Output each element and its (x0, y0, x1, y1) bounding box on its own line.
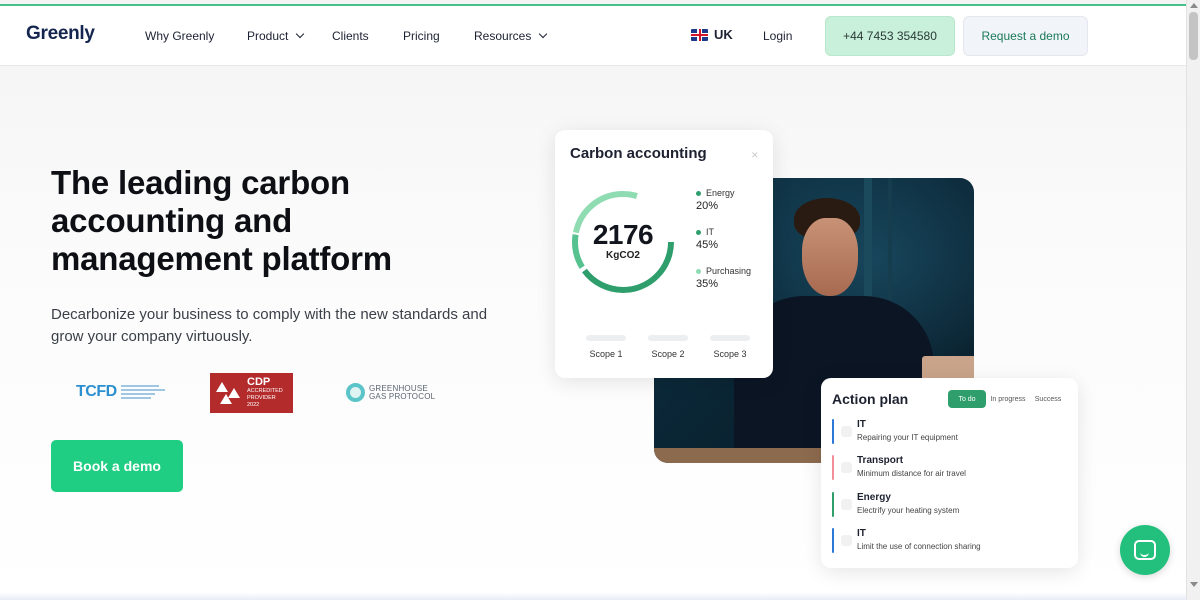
action-color-stripe (832, 528, 834, 553)
legend-purchasing: Purchasing 35% (696, 266, 768, 290)
action-color-stripe (832, 492, 834, 517)
request-demo-button[interactable]: Request a demo (963, 16, 1088, 56)
scrollbar-thumb[interactable] (1189, 12, 1198, 60)
ghg-protocol-logo: GREENHOUSE GAS PROTOCOL (346, 383, 435, 402)
legend-dot (696, 229, 701, 235)
login-label: Login (763, 29, 793, 43)
phone-button[interactable]: +44 7453 354580 (825, 16, 955, 56)
action-item[interactable]: IT Repairing your IT equipment (832, 419, 1062, 445)
tcfd-wordmark: TCFD (76, 383, 117, 400)
hero-subtitle: Decarbonize your business to comply with… (51, 306, 488, 345)
scope-pill (710, 335, 750, 341)
scope-pill (648, 335, 688, 341)
action-item[interactable]: IT Limit the use of connection sharing (832, 528, 1062, 554)
header: Greenly Why Greenly Product Clients Pric… (0, 6, 1186, 66)
chat-icon (1134, 540, 1156, 560)
legend-percent: 35% (696, 278, 719, 290)
legend-energy: Energy 20% (696, 188, 768, 212)
total-emissions-value: 2176 (592, 219, 654, 250)
nav-product[interactable]: Product (247, 29, 305, 43)
scrollbar[interactable] (1186, 0, 1200, 600)
scope-1[interactable]: Scope 1 (577, 335, 635, 359)
legend-label: IT (706, 227, 714, 237)
ghg-line-2: GAS PROTOCOL (369, 391, 436, 401)
action-checkbox[interactable] (841, 462, 852, 473)
nav-resources[interactable]: Resources (474, 29, 548, 43)
tab-success[interactable]: Success (1031, 390, 1065, 408)
carbon-accounting-card: Carbon accounting ✕ 2176 KgCO2 Energy 20… (555, 130, 773, 378)
region-selector[interactable]: UK (691, 27, 733, 42)
scope-3[interactable]: Scope 3 (701, 335, 759, 359)
action-desc: Electrify your heating system (857, 506, 960, 515)
nav-label: Why Greenly (145, 29, 215, 43)
page: Greenly Why Greenly Product Clients Pric… (0, 0, 1200, 600)
action-title: Energy (857, 492, 891, 503)
carbon-card-title: Carbon accounting (570, 145, 707, 162)
scope-label: Scope 3 (713, 349, 747, 359)
cdp-accredited: ACCREDITED (247, 388, 283, 394)
chevron-down-icon (296, 29, 305, 39)
ghg-circle-icon (346, 383, 365, 402)
action-desc: Repairing your IT equipment (857, 433, 958, 442)
login-link[interactable]: Login (763, 29, 792, 43)
bottom-edge (0, 592, 1186, 600)
chat-widget-button[interactable] (1120, 525, 1170, 575)
cdp-wordmark: CDP (247, 376, 271, 388)
action-checkbox[interactable] (841, 499, 852, 510)
close-icon: ✕ (751, 150, 759, 160)
emissions-donut: 2176 KgCO2 (569, 188, 677, 296)
action-checkbox[interactable] (841, 535, 852, 546)
tcfd-logo: TCFD (76, 383, 165, 401)
nav-label: Product (247, 29, 289, 43)
legend-percent: 20% (696, 200, 719, 212)
tab-to-do[interactable]: To do (948, 390, 986, 408)
nav-label: Resources (474, 29, 532, 43)
action-plan-title: Action plan (832, 391, 909, 407)
legend-it: IT 45% (696, 227, 768, 251)
legend-label: Purchasing (706, 266, 752, 276)
uk-flag-icon (691, 28, 708, 41)
cdp-provider: PROVIDER (247, 395, 276, 401)
legend-label: Energy (706, 188, 735, 198)
scroll-up-icon[interactable] (1190, 3, 1198, 8)
ghg-text: GREENHOUSE GAS PROTOCOL (369, 384, 436, 401)
nav-label: Pricing (403, 29, 440, 43)
tcfd-tagline (120, 385, 165, 399)
action-desc: Limit the use of connection sharing (857, 542, 981, 551)
action-desc: Minimum distance for air travel (857, 469, 966, 478)
cdp-logo: CDP ACCREDITED PROVIDER 2022 (210, 373, 293, 413)
chevron-down-icon (539, 29, 548, 39)
book-demo-button[interactable]: Book a demo (51, 440, 183, 492)
total-emissions-unit: KgCO2 (606, 250, 640, 261)
scope-label: Scope 2 (651, 349, 685, 359)
nav-label: Clients (332, 29, 369, 43)
legend-dot (696, 190, 701, 196)
action-color-stripe (832, 455, 834, 480)
tab-in-progress[interactable]: In progress (988, 390, 1028, 408)
action-color-stripe (832, 419, 834, 444)
scroll-down-icon[interactable] (1190, 582, 1198, 587)
legend-dot (696, 268, 701, 274)
action-item[interactable]: Energy Electrify your heating system (832, 492, 1062, 518)
scope-2[interactable]: Scope 2 (639, 335, 697, 359)
action-title: IT (857, 419, 866, 430)
cdp-year: 2022 (247, 402, 260, 408)
cdp-mark-icon (216, 380, 242, 406)
scope-tabs: Scope 1 Scope 2 Scope 3 (577, 335, 759, 359)
cdp-text: CDP ACCREDITED PROVIDER 2022 (247, 377, 283, 409)
nav-pricing[interactable]: Pricing (403, 29, 440, 43)
action-title: IT (857, 528, 866, 539)
nav-clients[interactable]: Clients (332, 29, 369, 43)
scope-pill (586, 335, 626, 341)
action-item[interactable]: Transport Minimum distance for air trave… (832, 455, 1062, 481)
logo[interactable]: Greenly (26, 23, 95, 45)
action-plan-card: Action plan To do In progress Success IT… (821, 378, 1078, 568)
legend-percent: 45% (696, 239, 719, 251)
hero-title: The leading carbon accounting and manage… (51, 164, 392, 277)
action-title: Transport (857, 455, 904, 466)
action-checkbox[interactable] (841, 426, 852, 437)
region-label: UK (714, 27, 733, 42)
scope-label: Scope 1 (589, 349, 623, 359)
nav-why-greenly[interactable]: Why Greenly (145, 29, 214, 43)
